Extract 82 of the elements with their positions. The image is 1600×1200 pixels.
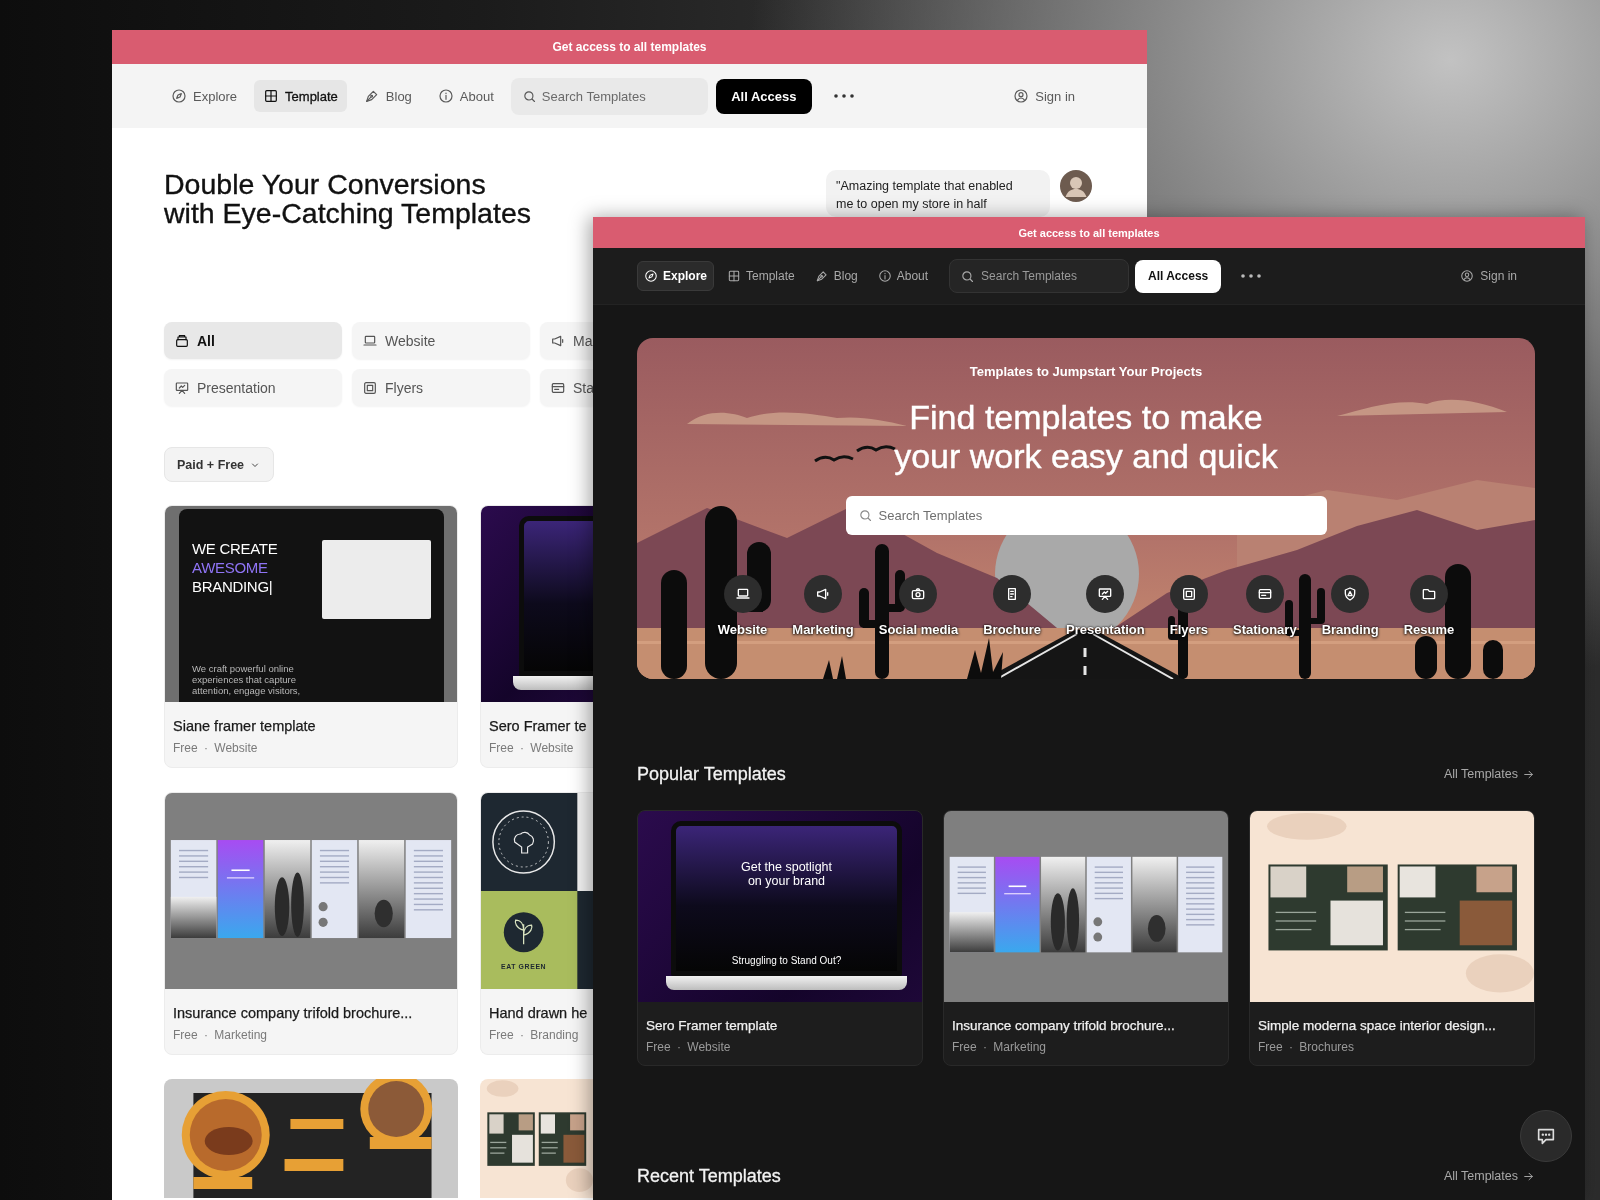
search-field[interactable]: Search Templates bbox=[510, 77, 708, 115]
pen-icon bbox=[363, 88, 380, 104]
cactus bbox=[1415, 636, 1437, 679]
agave-plant bbox=[823, 656, 846, 679]
page-heading: Double Your Conversions with Eye-Catching Templates bbox=[164, 170, 531, 227]
category-filter[interactable]: All bbox=[164, 322, 342, 359]
card-title: Hand drawn he bbox=[489, 1004, 585, 1022]
card-meta: Free · Website bbox=[173, 741, 259, 756]
info-icon bbox=[877, 269, 892, 283]
document-icon bbox=[993, 575, 1032, 613]
card-title: Sero Framer te bbox=[489, 717, 585, 735]
nav-link[interactable]: About bbox=[870, 260, 936, 292]
card-title: Simple moderna space interior design... bbox=[1258, 1017, 1497, 1035]
user-icon bbox=[1013, 88, 1030, 104]
all-templates-link[interactable]: All Templates bbox=[1443, 767, 1535, 781]
hero-subtitle: Templates to Jumpstart Your Projects bbox=[969, 363, 1203, 381]
preview-text: We craft powerful online experiences that capture attention, engage visitors, bbox=[192, 663, 302, 696]
search-icon bbox=[960, 268, 976, 284]
category-filter[interactable]: Presentation bbox=[164, 369, 342, 406]
card-meta: Free · Marketing bbox=[173, 1028, 269, 1043]
price-filter-dropdown[interactable]: Paid + Free bbox=[164, 447, 275, 482]
card-title: Insurance company trifold brochure... bbox=[952, 1017, 1176, 1035]
card-icon bbox=[1245, 575, 1284, 613]
all-access-button[interactable]: All Access bbox=[1135, 259, 1222, 293]
card-meta: Free · Marketing bbox=[952, 1040, 1048, 1055]
pen-icon bbox=[814, 269, 829, 283]
category-filter[interactable]: Flyers bbox=[352, 369, 530, 406]
box-icon bbox=[174, 332, 190, 349]
more-icon[interactable] bbox=[1241, 274, 1262, 278]
card-meta: Free · Branding bbox=[489, 1028, 580, 1043]
sign-in-link[interactable]: Sign in bbox=[1013, 88, 1075, 104]
bird bbox=[814, 455, 854, 463]
search-field[interactable]: Search Templates bbox=[949, 259, 1130, 293]
search-field[interactable]: Search Templates bbox=[845, 496, 1327, 535]
presentation-board-icon bbox=[174, 379, 190, 396]
screen-headline: Get the spotlight on your brand bbox=[741, 860, 832, 888]
card-meta: Free · Website bbox=[489, 741, 575, 756]
screen-subheading: Struggling to Stand Out? bbox=[731, 955, 842, 967]
laptop-icon bbox=[723, 575, 762, 613]
testimonial-quote: "Amazing template that enabled me to open my store in half bbox=[826, 170, 1050, 217]
search-icon bbox=[857, 508, 873, 523]
agave-plant bbox=[967, 638, 1003, 679]
compass-icon bbox=[644, 269, 658, 283]
all-templates-link[interactable]: All Templates bbox=[1443, 1169, 1535, 1183]
framed-square-icon bbox=[362, 379, 378, 396]
preview-headline: WE CREATE AWESOME BRANDING| bbox=[192, 539, 279, 596]
category-filter[interactable]: Website bbox=[352, 322, 530, 359]
compass-icon bbox=[171, 88, 187, 104]
megaphone-icon bbox=[804, 575, 842, 613]
nav-link[interactable]: Explore bbox=[162, 80, 247, 112]
promo-link[interactable]: Get access to all templates bbox=[552, 40, 707, 54]
presentation-board-icon bbox=[1086, 575, 1125, 613]
nav-link[interactable]: Template bbox=[720, 260, 802, 292]
nav-link[interactable]: Template bbox=[254, 80, 347, 112]
nav-link[interactable]: Blog bbox=[807, 260, 865, 292]
user-icon bbox=[1460, 269, 1475, 283]
camera-icon bbox=[899, 575, 938, 613]
card-meta: Free · Brochures bbox=[1258, 1040, 1356, 1055]
card-title: Insurance company trifold brochure... bbox=[173, 1004, 414, 1022]
bird bbox=[856, 445, 896, 453]
section-heading: Popular Templates bbox=[637, 763, 786, 786]
grid-icon bbox=[263, 88, 280, 104]
shield-icon bbox=[1331, 575, 1370, 613]
folder-icon bbox=[1410, 575, 1448, 613]
card-meta: Free · Website bbox=[646, 1040, 732, 1055]
nav-link[interactable]: Blog bbox=[354, 80, 421, 112]
section-heading: Recent Templates bbox=[637, 1165, 781, 1188]
category-filter[interactable]: Ma bbox=[540, 322, 593, 359]
chat-button[interactable] bbox=[1520, 1110, 1572, 1162]
all-access-button[interactable]: All Access bbox=[715, 78, 812, 114]
search-icon bbox=[521, 88, 537, 104]
info-icon bbox=[437, 88, 454, 104]
card-title: Sero Framer template bbox=[646, 1017, 779, 1035]
grid-icon bbox=[727, 269, 741, 283]
sign-in-link[interactable]: Sign in bbox=[1460, 269, 1517, 283]
promo-link[interactable]: Get access to all templates bbox=[1018, 226, 1160, 239]
avatar-icon bbox=[1060, 170, 1092, 202]
card-title: Siane framer template bbox=[173, 717, 317, 735]
nav-link[interactable]: About bbox=[428, 80, 503, 112]
nav-link[interactable]: Explore bbox=[637, 261, 714, 291]
more-icon[interactable] bbox=[833, 94, 854, 98]
hero-heading: Find templates to make your work easy and quick bbox=[894, 398, 1278, 476]
